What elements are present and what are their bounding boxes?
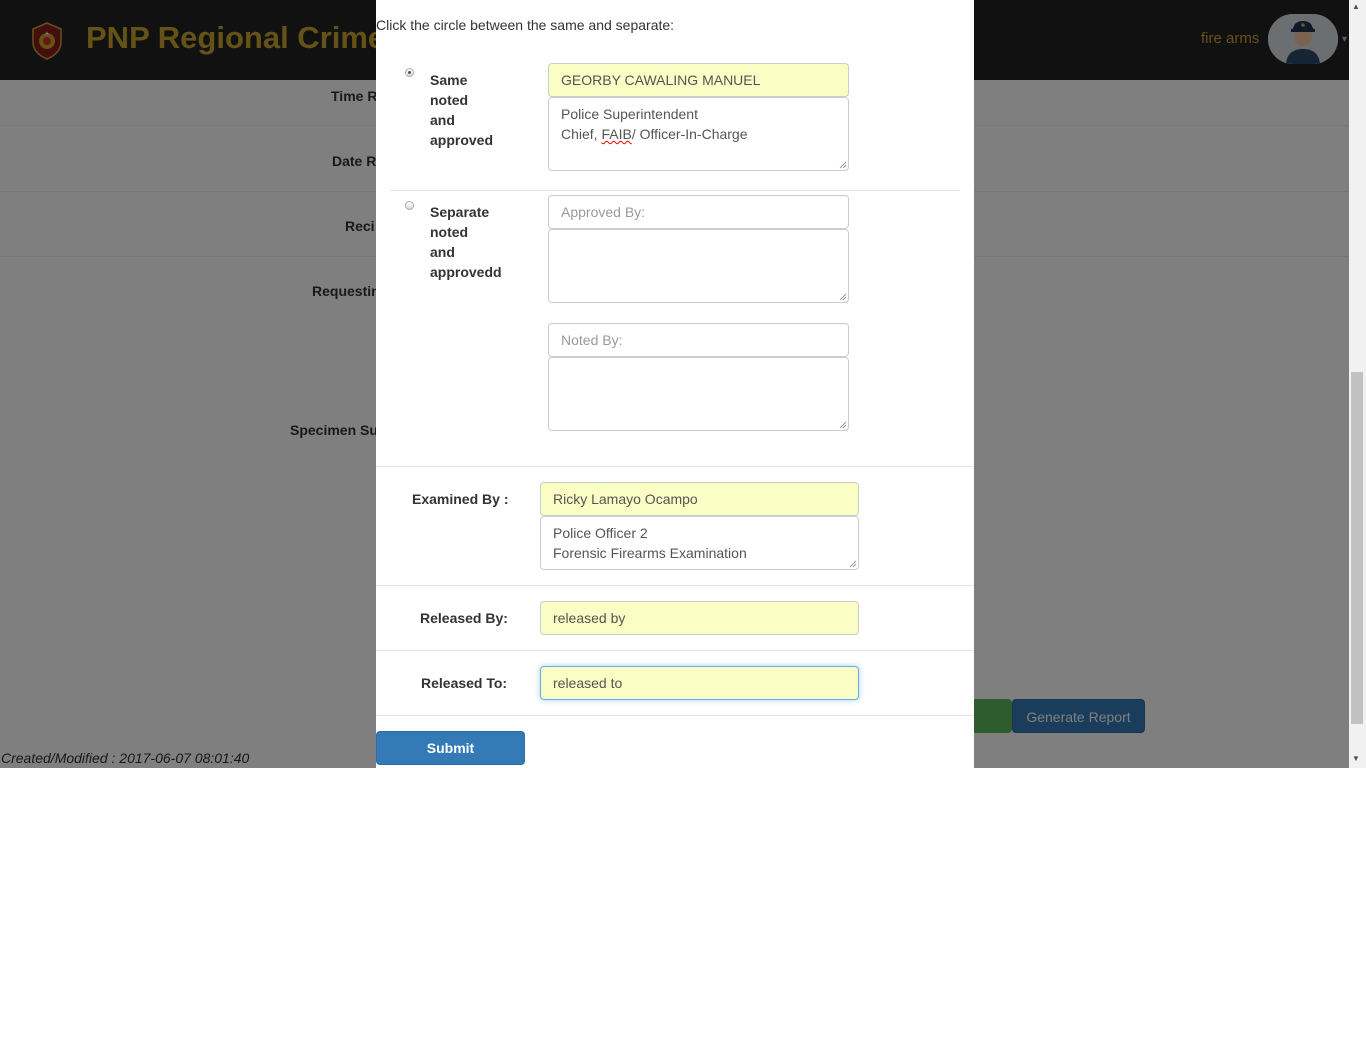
approved-by-position-textarea[interactable]	[548, 229, 849, 303]
same-noted-approved-radio[interactable]	[405, 68, 414, 77]
resize-handle-icon[interactable]	[839, 421, 847, 429]
same-approver-name-input[interactable]: GEORBY CAWALING MANUEL	[548, 63, 849, 97]
same-approver-position-textarea[interactable]: Police Superintendent Chief, FAIB/ Offic…	[548, 97, 849, 171]
resize-handle-icon[interactable]	[839, 161, 847, 169]
scroll-down-arrow-icon[interactable]: ▼	[1352, 754, 1360, 763]
scroll-up-arrow-icon[interactable]: ▲	[1352, 2, 1360, 11]
same-noted-approved-label: Same noted and approved	[430, 72, 494, 148]
released-by-label: Released By:	[420, 610, 508, 626]
examined-by-label: Examined By :	[412, 491, 509, 507]
browser-viewport: PNP Regional Crime fire arms ▾ Time R Da…	[0, 0, 1366, 768]
submit-button[interactable]: Submit	[376, 731, 525, 765]
separate-noted-approved-radio[interactable]	[405, 201, 414, 210]
section-divider	[376, 715, 974, 716]
scrollbar-thumb[interactable]	[1351, 372, 1363, 724]
released-to-input[interactable]: released to	[540, 666, 859, 700]
examined-by-name-input[interactable]: Ricky Lamayo Ocampo	[540, 482, 859, 516]
section-divider	[376, 466, 974, 467]
examined-by-position-textarea[interactable]: Police Officer 2 Forensic Firearms Exami…	[540, 516, 859, 570]
separate-noted-approved-label: Separate noted and approvedd	[430, 204, 502, 280]
section-divider	[376, 650, 974, 651]
resize-handle-icon[interactable]	[849, 560, 857, 568]
section-divider	[390, 190, 960, 191]
noted-by-input[interactable]: Noted By:	[548, 323, 849, 357]
signatories-modal: Click the circle between the same and se…	[376, 0, 974, 768]
released-to-label: Released To:	[421, 675, 508, 691]
section-divider	[376, 585, 974, 586]
released-by-input[interactable]: released by	[540, 601, 859, 635]
noted-by-position-textarea[interactable]	[548, 357, 849, 431]
resize-handle-icon[interactable]	[839, 293, 847, 301]
approved-by-input[interactable]: Approved By:	[548, 195, 849, 229]
modal-instruction: Click the circle between the same and se…	[376, 17, 675, 33]
